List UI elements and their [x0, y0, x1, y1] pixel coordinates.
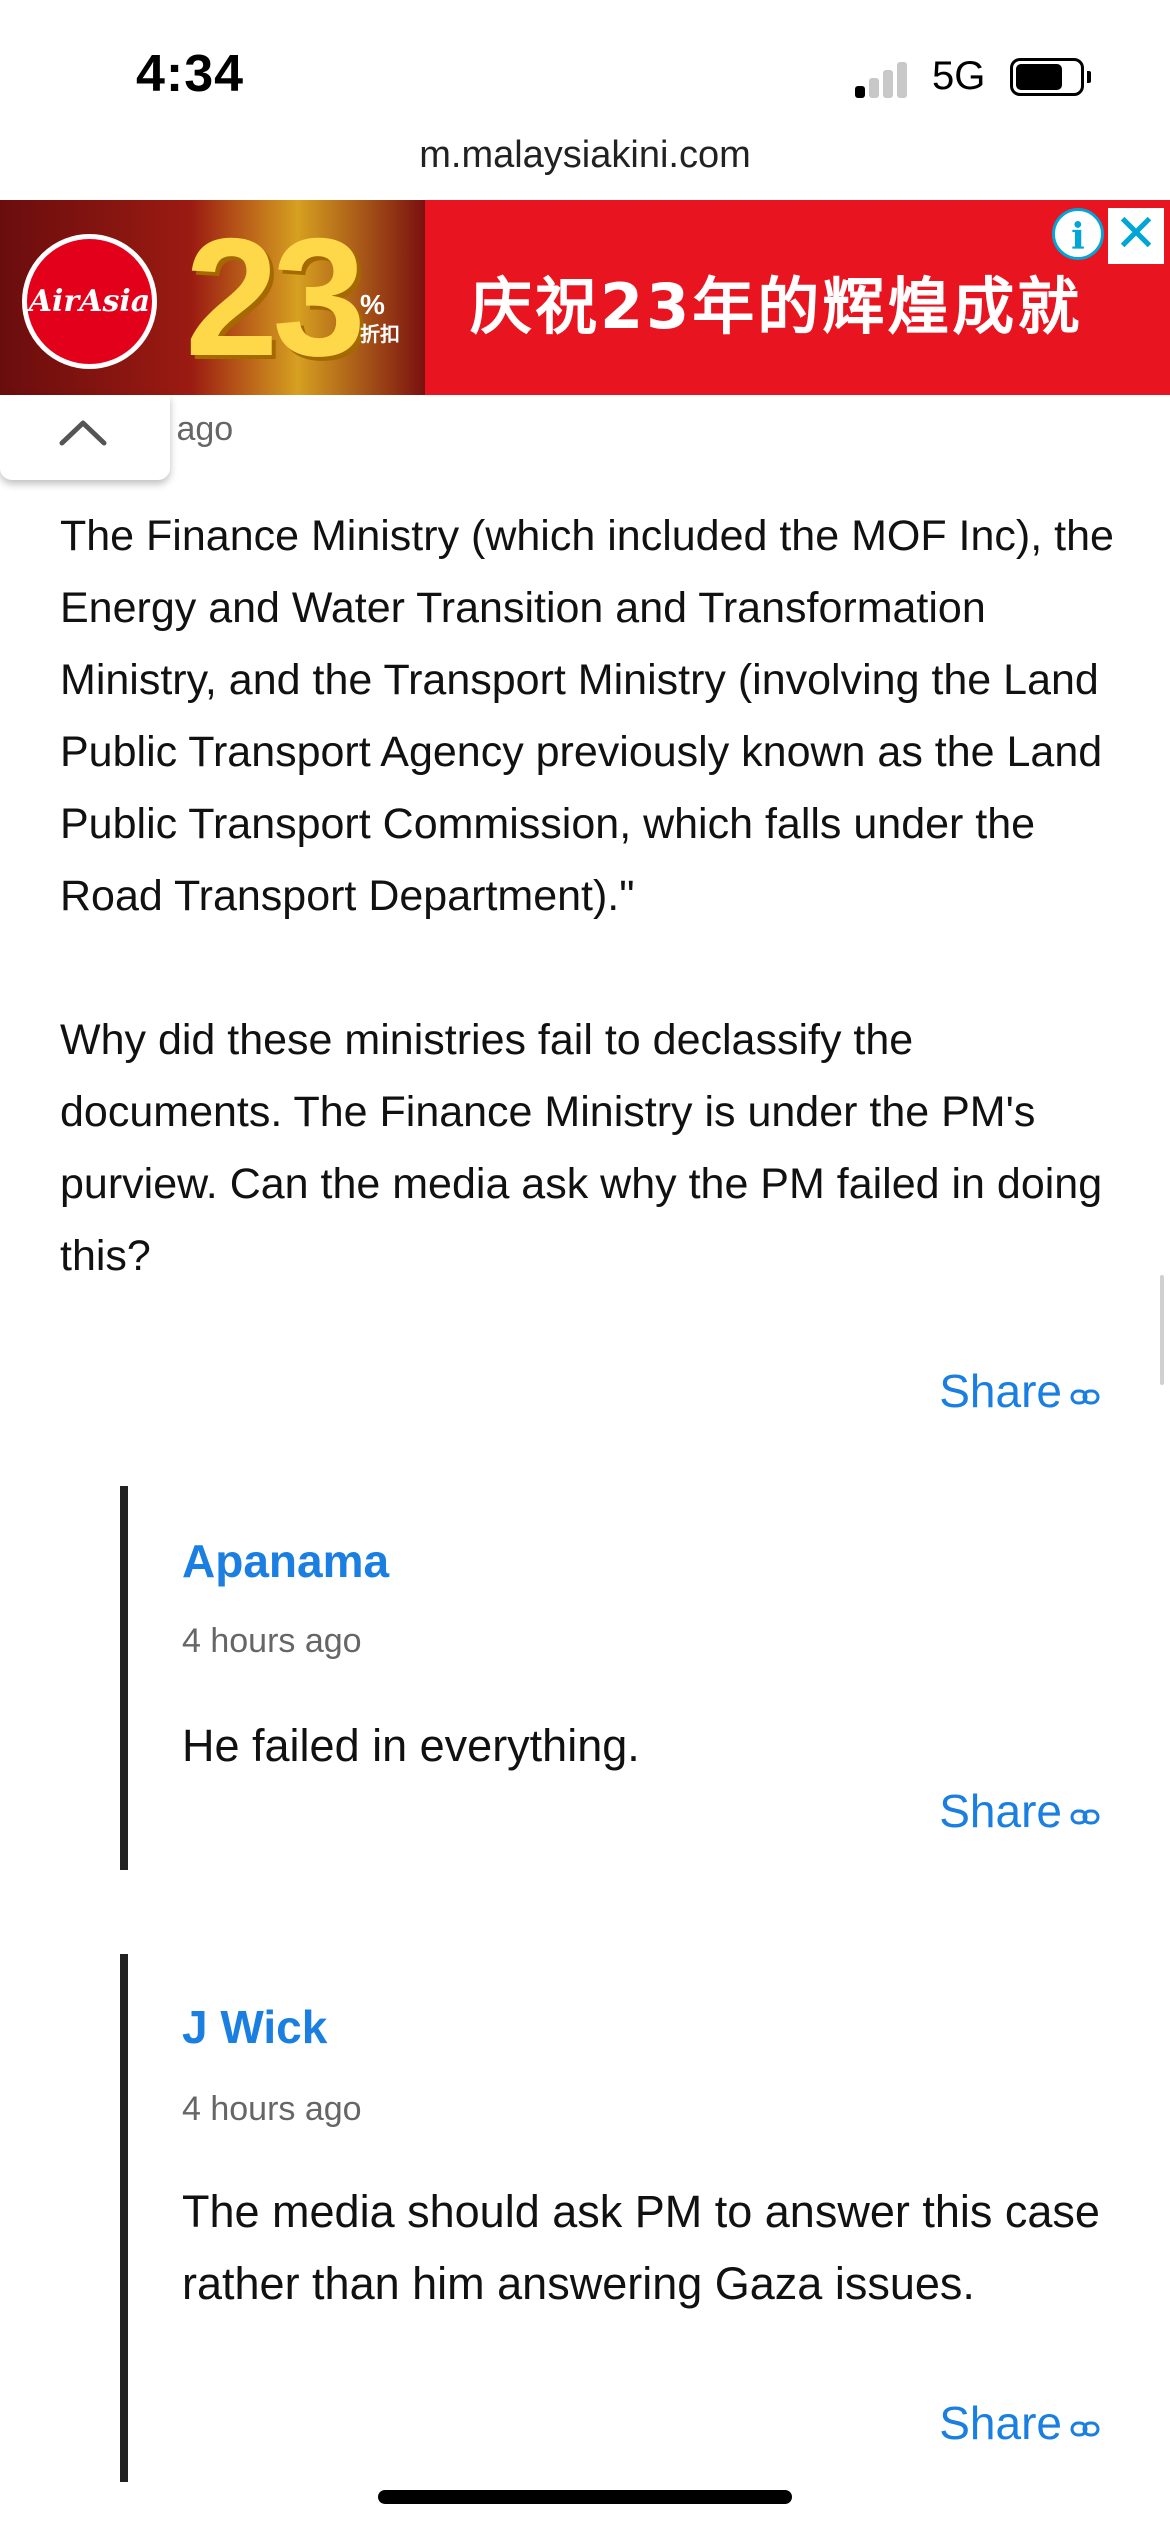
reply-text: The media should ask PM to answer this c… — [182, 2186, 1100, 2309]
reply-author[interactable]: Apanama — [182, 1534, 389, 1588]
collapse-ad-button[interactable] — [0, 395, 170, 480]
ad-tagline: 庆祝23年的辉煌成就 — [470, 270, 1083, 343]
status-bar: 4:34 5G — [0, 0, 1170, 140]
scrollbar[interactable] — [1160, 1275, 1164, 1385]
info-icon[interactable]: i — [1052, 208, 1104, 260]
network-type: 5G — [932, 54, 986, 98]
ad-brand-logo: AirAsia — [22, 234, 157, 369]
link-icon — [1070, 2396, 1100, 2450]
comment-paragraph: Why did these ministries fail to declass… — [60, 1016, 1103, 1280]
share-label: Share — [939, 2397, 1062, 2449]
status-time: 4:34 — [136, 45, 245, 103]
close-icon[interactable]: ✕ — [1108, 208, 1164, 264]
link-icon — [1070, 1364, 1100, 1418]
comment-body: The Finance Ministry (which included the… — [60, 500, 1120, 1292]
home-indicator[interactable] — [378, 2490, 792, 2504]
ad-banner[interactable]: AirAsia 23 % 折扣 庆祝23年的辉煌成就 i ✕ — [0, 200, 1170, 395]
battery-icon — [1010, 58, 1091, 96]
page: { "status_bar": { "time": "4:34", "netwo… — [0, 0, 1170, 2532]
ad-percent-label: % 折扣 — [360, 289, 400, 347]
share-label: Share — [939, 1785, 1062, 1837]
url-bar[interactable]: m.malaysiakini.com — [0, 134, 1170, 177]
reply-text: He failed in everything. — [182, 1720, 640, 1771]
ad-number: 23 — [185, 203, 366, 391]
reply-timestamp: 4 hours ago — [182, 1622, 362, 1660]
cellular-signal-icon — [855, 58, 915, 98]
share-button[interactable]: Share — [939, 1784, 1100, 1838]
reply-author[interactable]: J Wick — [182, 2000, 327, 2054]
share-button[interactable]: Share — [939, 1364, 1100, 1418]
share-label: Share — [939, 1365, 1062, 1417]
chevron-up-icon — [59, 420, 107, 446]
reply-timestamp: 4 hours ago — [182, 2090, 362, 2128]
share-button[interactable]: Share — [939, 2396, 1100, 2450]
comment-paragraph: The Finance Ministry (which included the… — [60, 512, 1114, 920]
link-icon — [1070, 1784, 1100, 1838]
